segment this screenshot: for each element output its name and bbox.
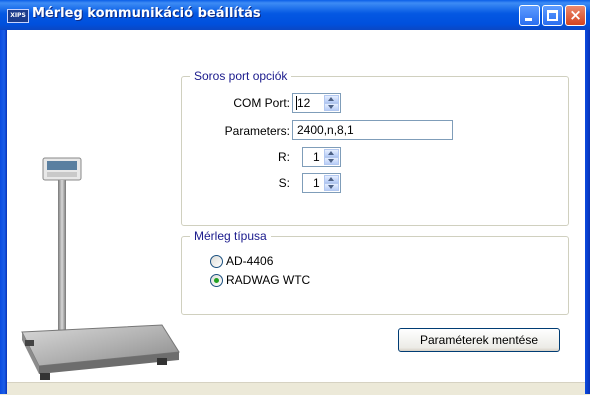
status-bar [7, 382, 585, 395]
com-port-spin-buttons[interactable] [324, 95, 339, 111]
window-border-left [0, 30, 7, 394]
close-icon: × [569, 6, 582, 24]
com-port-label: COM Port: [233, 96, 290, 110]
com-port-spinner[interactable]: 12 [292, 93, 341, 113]
title-bar[interactable]: XIPS Mérleg kommunikáció beállítás × [0, 0, 590, 30]
radio-radwag-wtc-label[interactable]: RADWAG WTC [226, 273, 310, 287]
s-value: 1 [313, 176, 320, 190]
spin-down-icon[interactable] [324, 183, 339, 191]
window-border-right [585, 30, 590, 394]
spin-up-icon[interactable] [324, 149, 339, 157]
spin-up-icon[interactable] [324, 95, 339, 103]
text-caret [296, 96, 297, 110]
scale-illustration [21, 157, 180, 380]
r-value: 1 [313, 150, 320, 164]
s-label: S: [278, 176, 290, 190]
app-icon: XIPS [7, 9, 29, 23]
serial-port-legend: Soros port opciók [190, 69, 292, 83]
s-spin-buttons[interactable] [324, 175, 339, 191]
radio-ad-4406[interactable] [210, 255, 223, 268]
r-spinner[interactable]: 1 [302, 147, 341, 167]
spin-down-icon[interactable] [324, 157, 339, 165]
dialog-content: Soros port opciók COM Port: 12 Parameter… [7, 30, 585, 382]
save-parameters-button[interactable]: Paraméterek mentése [398, 328, 560, 352]
maximize-button[interactable] [542, 5, 563, 26]
minimize-icon [525, 18, 532, 21]
parameters-input[interactable]: 2400,n,8,1 [292, 120, 453, 140]
scale-type-legend: Mérleg típusa [190, 229, 271, 243]
spin-up-icon[interactable] [324, 175, 339, 183]
r-label: R: [278, 150, 290, 164]
s-spinner[interactable]: 1 [302, 173, 341, 193]
com-port-value: 12 [297, 96, 311, 110]
parameters-label: Parameters: [224, 124, 290, 138]
r-spin-buttons[interactable] [324, 149, 339, 165]
maximize-icon [547, 10, 558, 21]
window-title: Mérleg kommunikáció beállítás [32, 6, 261, 21]
radio-ad-4406-label[interactable]: AD-4406 [226, 254, 273, 268]
spin-down-icon[interactable] [324, 103, 339, 111]
radio-radwag-wtc[interactable] [210, 274, 223, 287]
close-button[interactable]: × [565, 5, 586, 26]
minimize-button[interactable] [519, 5, 540, 26]
dialog-window: XIPS Mérleg kommunikáció beállítás × Sor… [0, 0, 590, 395]
